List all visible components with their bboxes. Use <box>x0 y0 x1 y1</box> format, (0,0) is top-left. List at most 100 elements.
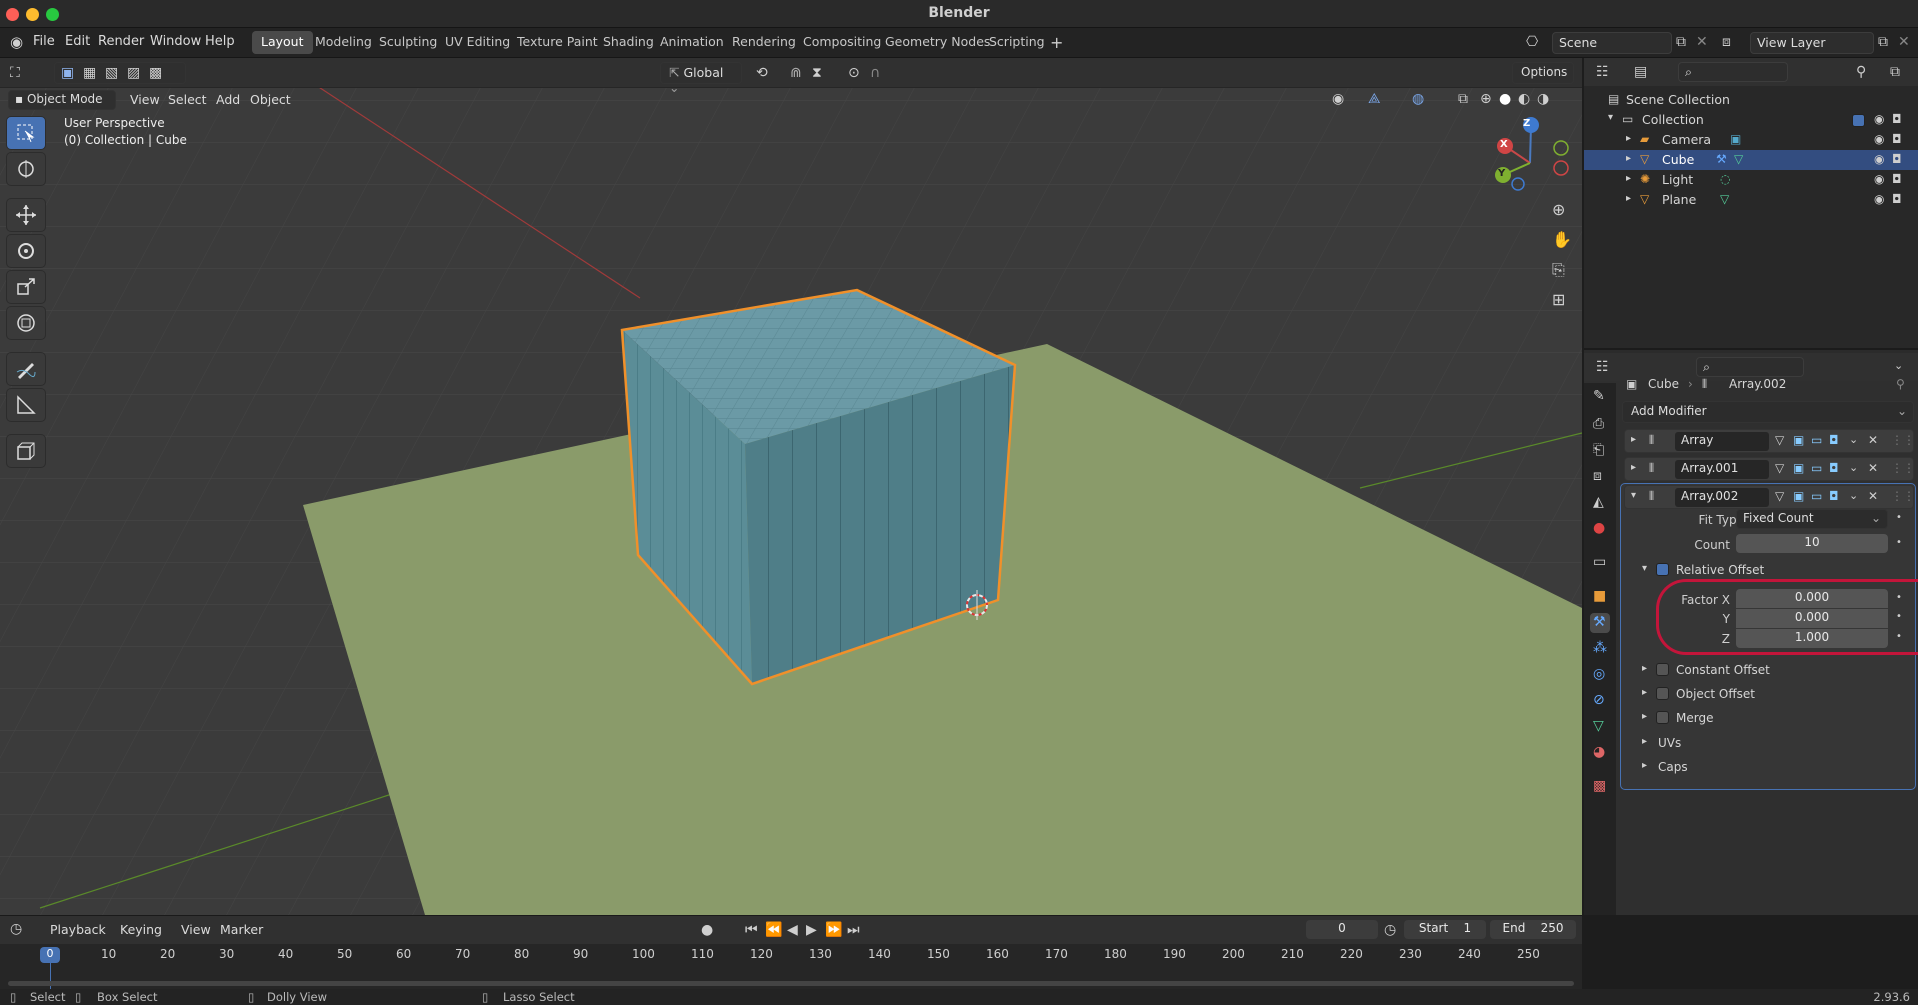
tab-modifiers[interactable]: ⚒ <box>1590 613 1610 633</box>
tool-measure[interactable] <box>6 388 46 422</box>
blender-logo-icon[interactable]: ◉ <box>10 35 23 50</box>
render-camera-icon[interactable]: ◘ <box>1892 133 1902 145</box>
tab-constraints[interactable]: ⊘ <box>1590 691 1610 711</box>
expand-arrow-icon[interactable]: ▸ <box>1642 737 1647 747</box>
xray-icon[interactable]: ⧉ <box>1458 92 1468 106</box>
view-layer-field[interactable]: View Layer <box>1750 32 1874 54</box>
expand-arrow-icon[interactable]: ▸ <box>1626 134 1631 144</box>
cage-toggle-icon[interactable]: ▣ <box>1793 490 1804 502</box>
chevron-down-icon[interactable]: ⌄ <box>1849 462 1858 473</box>
tab-sculpting[interactable]: Sculpting <box>370 31 446 54</box>
tab-tool[interactable]: ✎ <box>1590 387 1610 407</box>
menu-help[interactable]: Help <box>205 34 235 49</box>
tool-scale[interactable] <box>6 270 46 304</box>
tab-scripting[interactable]: Scripting <box>980 31 1054 54</box>
viewport-menu-view[interactable]: View <box>130 92 160 107</box>
outliner-collection[interactable]: ▾ ▭ Collection ◉ ◘ <box>1584 110 1918 130</box>
outliner-editor-icon[interactable]: ☷ <box>1596 65 1609 79</box>
render-toggle-icon[interactable]: ◘ <box>1829 462 1839 474</box>
expand-arrow-icon[interactable]: ▸ <box>1642 688 1647 698</box>
expand-arrow-icon[interactable]: ▸ <box>1626 154 1631 164</box>
timeline-editor-icon[interactable]: ◷ <box>10 922 22 936</box>
properties-search-input[interactable]: ⌕ <box>1696 357 1804 377</box>
jump-start-icon[interactable]: ⏮ <box>745 923 758 937</box>
start-frame-field[interactable]: Start 1 <box>1404 920 1486 939</box>
remove-modifier-icon[interactable]: ✕ <box>1868 434 1878 446</box>
render-camera-icon[interactable]: ◘ <box>1892 173 1902 185</box>
keyframe-dot-icon[interactable]: • <box>1896 538 1902 548</box>
hide-eye-icon[interactable]: ◉ <box>1874 173 1884 185</box>
timeline-area[interactable]: 0 10 20 30 40 50 60 70 80 90 100 110 120 130 140 150 160… <box>0 944 1582 990</box>
viewport-toggle-icon[interactable]: ▭ <box>1811 490 1822 502</box>
properties-editor-icon[interactable]: ☷ <box>1596 360 1609 374</box>
viewport-toggle-icon[interactable]: ▭ <box>1811 434 1822 446</box>
tab-layout[interactable]: Layout <box>252 31 313 54</box>
use-preview-range-icon[interactable]: ◷ <box>1384 923 1396 937</box>
tab-particles[interactable]: ⁂ <box>1590 639 1610 659</box>
transform-orientation-dropdown[interactable]: ⇱ Global ⌄ <box>660 62 742 95</box>
viewport-menu-add[interactable]: Add <box>216 92 240 107</box>
modifier-name-field[interactable]: Array.001 <box>1675 460 1769 479</box>
edit-mode-toggle-icon[interactable]: ▽ <box>1775 462 1784 474</box>
remove-modifier-icon[interactable]: ✕ <box>1868 462 1878 474</box>
timeline-menu-playback[interactable]: Playback <box>50 922 106 937</box>
display-mode-icon[interactable]: ▤ <box>1634 65 1647 79</box>
end-frame-field[interactable]: End 250 <box>1490 920 1576 939</box>
delete-scene-icon[interactable]: ✕ <box>1696 35 1708 49</box>
chevron-down-icon[interactable]: ⌄ <box>1894 360 1903 371</box>
render-toggle-icon[interactable]: ◘ <box>1829 490 1839 502</box>
modifier-wrench-icon[interactable]: ⚒ <box>1716 153 1727 165</box>
tab-rendering[interactable]: Rendering <box>723 31 805 54</box>
camera-view-icon[interactable]: ⎘ <box>1552 262 1565 278</box>
select-intersect-icon[interactable]: ▩ <box>149 66 162 80</box>
render-camera-icon[interactable]: ◘ <box>1892 113 1902 125</box>
render-camera-icon[interactable]: ◘ <box>1892 153 1902 165</box>
snap-target-icon[interactable]: ⧗ <box>812 66 822 80</box>
collapse-arrow-icon[interactable]: ▾ <box>1608 113 1613 123</box>
tab-animation[interactable]: Animation <box>651 31 733 54</box>
mesh-data-icon[interactable]: ▽ <box>1720 193 1729 205</box>
caps-label[interactable]: Caps <box>1658 760 1688 774</box>
relative-offset-checkbox[interactable] <box>1656 563 1669 576</box>
playhead-frame[interactable]: 0 <box>40 947 60 963</box>
pan-view-icon[interactable]: ✋ <box>1552 232 1572 248</box>
drag-handle-icon[interactable]: ⋮⋮ <box>1891 490 1915 502</box>
hide-eye-icon[interactable]: ◉ <box>1874 193 1884 205</box>
expand-arrow-icon[interactable]: ▸ <box>1626 194 1631 204</box>
jump-keyframe-forward-icon[interactable]: ⏩ <box>825 923 842 937</box>
outliner-item-cube[interactable]: ▸ ▽ Cube ⚒ ▽ ◉ ◘ <box>1584 150 1918 170</box>
cage-toggle-icon[interactable]: ▣ <box>1793 462 1804 474</box>
tool-move[interactable] <box>6 198 46 232</box>
fit-type-dropdown[interactable]: Fixed Count ⌄ <box>1736 509 1888 529</box>
options-dropdown[interactable]: Options <box>1512 62 1574 84</box>
timeline-menu-view[interactable]: View <box>181 922 211 937</box>
menu-file[interactable]: File <box>33 34 55 49</box>
tab-uv-editing[interactable]: UV Editing <box>436 31 519 54</box>
expand-arrow-icon[interactable]: ▸ <box>1642 664 1647 674</box>
tab-output[interactable]: ⎗ <box>1590 441 1610 461</box>
tab-collection[interactable]: ▭ <box>1590 553 1610 573</box>
menu-render[interactable]: Render <box>98 34 144 49</box>
tab-texture[interactable]: ▩ <box>1590 777 1610 797</box>
proportional-edit-icon[interactable]: ⊙ <box>848 66 860 80</box>
render-toggle-icon[interactable]: ◘ <box>1829 434 1839 446</box>
scene-selector-icon[interactable]: ⎔ <box>1526 35 1538 49</box>
modifier-name-field[interactable]: Array.002 <box>1675 488 1769 507</box>
collapse-arrow-icon[interactable]: ▾ <box>1642 564 1647 574</box>
tab-material[interactable]: ◕ <box>1590 743 1610 763</box>
timeline-scrollbar[interactable] <box>8 981 1574 986</box>
outliner-search-input[interactable]: ⌕ <box>1678 62 1788 82</box>
expand-arrow-icon[interactable]: ▸ <box>1631 463 1636 473</box>
modifier-array-002[interactable]: ▾ ⫴ Array.002 ▽ ▣ ▭ ◘ ⌄ ✕ ⋮⋮ <box>1624 485 1915 509</box>
tool-rotate[interactable] <box>6 234 46 268</box>
keyframe-dot-icon[interactable]: • <box>1896 513 1902 523</box>
add-modifier-dropdown[interactable]: Add Modifier ⌄ <box>1622 401 1914 423</box>
modifier-array[interactable]: ▸ ⫴ Array ▽ ▣ ▭ ◘ ⌄ ✕ ⋮⋮ <box>1624 429 1915 453</box>
tab-world[interactable]: ● <box>1590 519 1610 539</box>
tool-cursor[interactable] <box>6 152 46 186</box>
snap-icon[interactable]: ⋒ <box>790 66 802 80</box>
shading-solid-icon[interactable]: ● <box>1499 92 1511 106</box>
merge-checkbox[interactable] <box>1656 711 1669 724</box>
chevron-down-icon[interactable]: ⌄ <box>1849 434 1858 445</box>
tab-scene[interactable]: ◭ <box>1590 493 1610 513</box>
